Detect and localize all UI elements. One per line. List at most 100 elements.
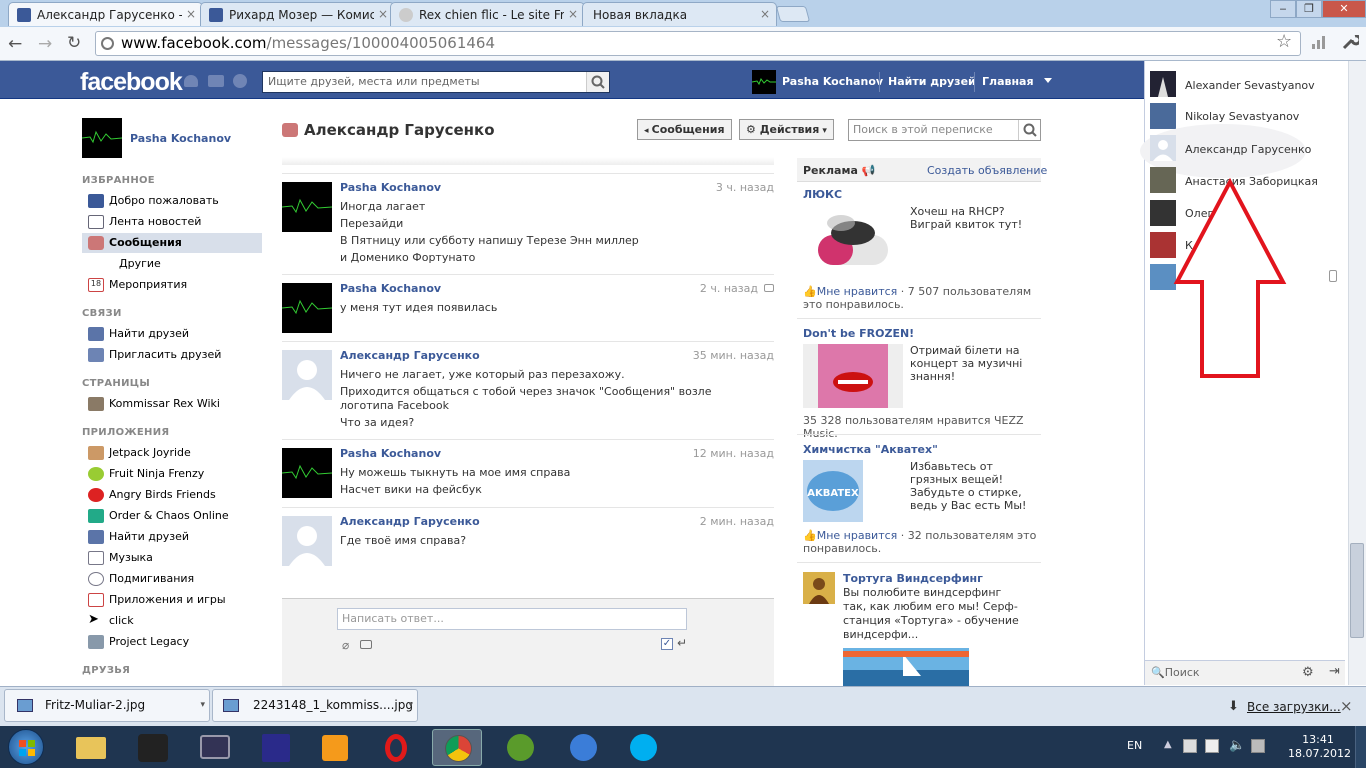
all-downloads-link[interactable]: Все загрузки... [1247,700,1341,714]
show-desktop-button[interactable] [1355,726,1366,768]
address-bar[interactable]: www.facebook.com/messages/10000400506146… [95,31,1301,56]
browser-tab-4[interactable]: Новая вкладка × [582,2,777,26]
facebook-search-input[interactable]: Ищите друзей, места или предметы [262,71,610,93]
nav-app-angry-birds[interactable]: Angry Birds Friends [82,485,262,505]
taskbar-opera[interactable] [372,729,422,766]
browser-tab-3[interactable]: Rex chien flic - Le site Franç × [390,2,585,26]
nav-app-click[interactable]: ➤ click [82,611,262,631]
header-find-friends[interactable]: Найти друзей [888,75,976,88]
message-author[interactable]: Александр Гарусенко [340,515,480,528]
wrench-icon[interactable] [1341,35,1359,51]
ad-like-link[interactable]: Мне нравится [817,529,898,542]
ad-like-link[interactable]: Мне нравится [817,285,898,298]
ad-title[interactable]: Тортуга Виндсерфинг [843,572,983,585]
avatar[interactable] [282,182,332,232]
nav-app-order-chaos[interactable]: Order & Chaos Online [82,506,262,526]
nav-invite-friends[interactable]: Пригласить друзей [82,345,262,365]
taskbar-flash-app[interactable] [558,729,608,766]
avatar[interactable] [282,350,332,400]
chat-friend-avatar[interactable] [1150,135,1176,161]
browser-tab-2[interactable]: Рихард Мозер — Комисса × [200,2,395,26]
avatar[interactable] [282,283,332,333]
search-button[interactable] [586,72,609,92]
action-center-icon[interactable] [1205,739,1219,753]
chat-friend-avatar[interactable] [1150,103,1176,129]
close-tab-icon[interactable]: × [186,7,196,21]
ad-image-windsurf[interactable] [843,648,969,686]
minimize-window-button[interactable]: ‒ [1270,0,1296,18]
back-icon[interactable]: ← [8,34,22,54]
chevron-down-icon[interactable]: ▾ [408,690,413,721]
notifications-globe-icon[interactable] [233,74,247,88]
tray-expand-icon[interactable]: ▲ [1164,739,1172,750]
start-button[interactable] [8,729,44,765]
profile-picture[interactable] [82,118,122,158]
reply-bubble-icon[interactable] [764,284,774,292]
chevron-down-icon[interactable]: ▾ [200,690,205,721]
avatar[interactable] [282,448,332,498]
messages-icon[interactable] [208,75,224,87]
taskbar-explorer[interactable] [66,729,116,766]
header-home[interactable]: Главная [982,75,1034,88]
chat-popout-icon[interactable]: ⇥ [1329,664,1340,679]
enter-to-send-checkbox[interactable]: ✓ [661,638,673,650]
ad-text[interactable]: Вы полюбите виндсерфинг так, как любим е… [843,586,1023,642]
reply-input[interactable]: Написать ответ... [337,608,687,630]
account-menu-icon[interactable] [1044,78,1052,83]
new-tab-button[interactable] [775,6,811,22]
ad-image-aquatech[interactable]: AKBATEX [803,460,863,522]
scrollbar-thumb[interactable] [1350,543,1364,638]
maximize-window-button[interactable]: ❐ [1296,0,1322,18]
reload-icon[interactable]: ↻ [67,33,81,53]
ad-text[interactable]: Хочеш на RHCP? Виграй квиток тут! [910,205,1040,231]
close-window-button[interactable]: ✕ [1322,0,1366,18]
message-author[interactable]: Pasha Kochanov [340,181,441,194]
nav-app-find-friends[interactable]: Найти друзей [82,527,262,547]
nav-news-feed[interactable]: Лента новостей [82,212,262,232]
nav-other[interactable]: Другие [82,254,262,274]
user-avatar[interactable] [752,70,776,94]
nav-messages[interactable]: Сообщения [82,233,262,253]
nav-events[interactable]: 18 Мероприятия [82,275,262,295]
taskbar-utorrent[interactable] [495,729,545,766]
message-author[interactable]: Pasha Kochanov [340,447,441,460]
signal-icon[interactable] [1311,35,1327,49]
close-tab-icon[interactable]: × [568,7,578,21]
nav-app-fruit-ninja[interactable]: Fruit Ninja Frenzy [82,464,262,484]
camera-icon[interactable] [360,640,372,649]
ad-thumb-tortuga[interactable] [803,572,835,604]
tray-app-icon[interactable] [1251,739,1265,753]
forward-icon[interactable]: → [38,34,52,54]
search-icon[interactable] [1018,120,1040,140]
browser-tab-1[interactable]: Александр Гарусенко - Со × [8,2,203,26]
nav-app-pokes[interactable]: Подмигивания [82,569,262,589]
ad-image-lips[interactable] [803,344,903,408]
actions-dropdown[interactable]: ⚙ Действия ▾ [739,119,834,140]
ad-text[interactable]: Отримай білети на концерт за музичні зна… [910,344,1040,383]
ad-image-pill-fly[interactable] [803,205,903,278]
taskbar-kmplayer[interactable] [190,729,240,766]
attach-icon[interactable]: ⌀ [342,638,349,652]
chat-friend-name[interactable]: Александр Гарусенко [1185,143,1311,156]
chat-search-input[interactable]: 🔍Поиск [1151,666,1200,679]
download-item[interactable]: 2243148_1_kommiss....jpg ▾ [212,689,418,722]
clock[interactable]: 13:41 18.07.2012 [1288,733,1351,761]
facebook-logo[interactable]: facebook [80,68,183,97]
message-author[interactable]: Pasha Kochanov [340,282,441,295]
nav-app-project-legacy[interactable]: Project Legacy [82,632,262,652]
close-download-bar-icon[interactable]: × [1340,697,1353,715]
conversation-search-input[interactable]: Поиск в этой переписке [848,119,1041,141]
close-tab-icon[interactable]: × [378,7,388,21]
chat-friend-name[interactable]: Alexander Sevastyanov [1185,79,1315,92]
taskbar-spy-app[interactable] [128,729,178,766]
language-indicator[interactable]: EN [1127,739,1142,752]
close-tab-icon[interactable]: × [760,7,770,21]
nav-welcome[interactable]: Добро пожаловать [82,191,262,211]
avatar[interactable] [282,516,332,566]
ad-title[interactable]: Don't be FROZEN! [803,327,914,340]
volume-icon[interactable]: 🔈 [1229,738,1245,753]
nav-page-kommissar-rex[interactable]: Kommissar Rex Wiki [82,394,262,414]
message-author[interactable]: Александр Гарусенко [340,349,480,362]
create-ad-link[interactable]: Создать объявление [927,164,1047,177]
chat-friend-avatar[interactable] [1150,71,1176,97]
